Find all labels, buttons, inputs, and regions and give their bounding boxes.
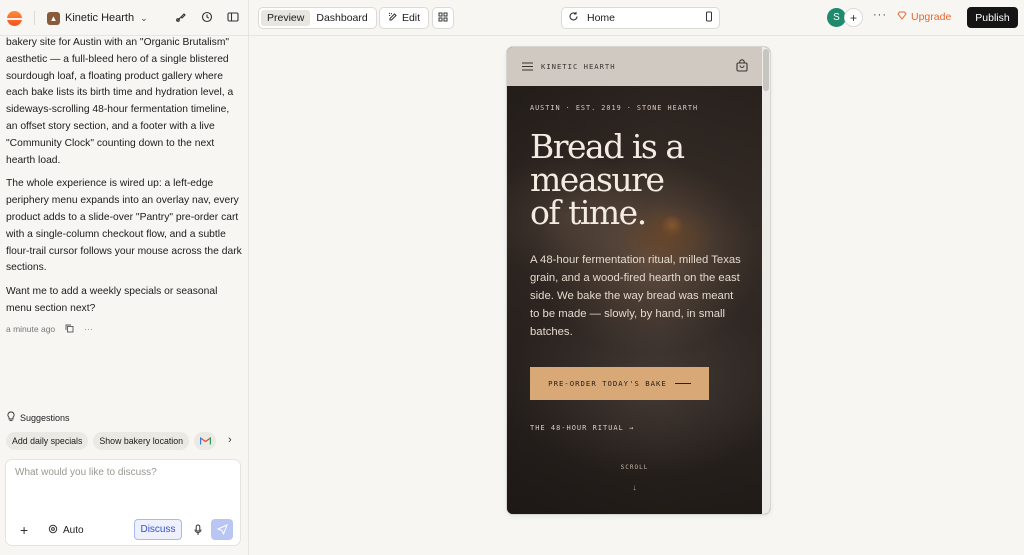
logo-icon[interactable] <box>7 10 22 26</box>
arrow-down-icon[interactable]: ↓ <box>507 483 762 492</box>
suggestions-title: Suggestions <box>20 412 70 423</box>
grid-icon <box>438 9 448 27</box>
menu-icon[interactable] <box>522 58 533 76</box>
preorder-button[interactable]: PRE-ORDER TODAY'S BAKE <box>530 367 709 400</box>
project-header: ▲ Kinetic Hearth ⌄ <box>0 0 249 36</box>
divider <box>34 11 35 25</box>
site-header: KINETIC HEARTH <box>507 47 762 86</box>
tab-dashboard[interactable]: Dashboard <box>310 10 373 26</box>
assistant-message-paragraph: The whole experience is wired up: a left… <box>6 178 242 274</box>
message-timestamp: a minute ago <box>6 324 56 335</box>
sidebar-icon[interactable] <box>226 10 240 24</box>
settings-icon <box>48 524 58 537</box>
tab-preview[interactable]: Preview <box>261 10 311 26</box>
refresh-icon[interactable] <box>568 11 579 25</box>
assistant-message-paragraph: Want me to add a weekly specials or seas… <box>6 286 218 314</box>
message-meta: a minute ago ··· <box>0 324 248 335</box>
suggestion-chip[interactable]: Show bakery location <box>93 432 190 450</box>
edit-icon <box>388 12 398 25</box>
chevron-down-icon[interactable]: ⌄ <box>140 13 148 24</box>
more-icon[interactable]: ··· <box>84 324 93 334</box>
discuss-button[interactable]: Discuss <box>134 519 182 540</box>
site-brand[interactable]: KINETIC HEARTH <box>541 62 616 71</box>
send-icon <box>216 524 228 535</box>
view-toggle: Preview Dashboard <box>258 7 377 29</box>
history-icon[interactable] <box>200 10 214 24</box>
mode-label: Auto <box>63 525 84 536</box>
hero-eyebrow: AUSTIN · EST. 2019 · STONE HEARTH <box>530 104 699 112</box>
mode-selector[interactable]: Auto <box>48 524 84 537</box>
hero-lede: A 48-hour fermentation ritual, milled Te… <box>530 254 741 338</box>
suggestion-chips: Add daily specials Show bakery location <box>6 432 217 450</box>
chevron-right-icon[interactable]: › <box>228 434 232 446</box>
project-actions <box>174 10 240 24</box>
hero-section: AUSTIN · EST. 2019 · STONE HEARTH Bread … <box>507 86 762 514</box>
cart-icon[interactable] <box>736 59 748 77</box>
assistant-message-paragraph: bakery site for Austin with an "Organic … <box>6 37 234 166</box>
ritual-link[interactable]: THE 48-HOUR RITUAL → <box>530 424 634 432</box>
upgrade-icon <box>897 11 907 23</box>
site-preview: KINETIC HEARTH AUSTIN · EST. 2019 · STON… <box>507 47 770 514</box>
scrollbar-thumb[interactable] <box>763 49 769 91</box>
upgrade-label: Upgrade <box>911 11 952 23</box>
message-composer: + Auto Discuss <box>5 459 241 546</box>
invite-button[interactable]: + <box>844 8 863 27</box>
page-url-bar[interactable]: Home <box>561 7 720 29</box>
headline-line: of time. <box>530 193 647 232</box>
chat-panel: bakery site for Austin with an "Organic … <box>0 36 249 555</box>
lightbulb-icon <box>7 411 15 424</box>
hero-headline: Bread is a measure of time. <box>530 130 730 229</box>
top-bar: ▲ Kinetic Hearth ⌄ Preview Dashboard Edi… <box>0 0 1024 36</box>
preorder-label: PRE-ORDER TODAY'S BAKE <box>548 379 667 388</box>
project-name[interactable]: Kinetic Hearth <box>65 12 134 24</box>
upgrade-button[interactable]: Upgrade <box>897 11 951 23</box>
project-icon: ▲ <box>47 11 60 25</box>
copy-icon[interactable] <box>65 324 74 335</box>
more-icon[interactable]: ··· <box>873 9 887 21</box>
page-name: Home <box>587 12 616 24</box>
suggestions-header: Suggestions <box>7 411 70 424</box>
device-icon[interactable] <box>705 11 713 25</box>
plus-icon[interactable]: + <box>20 522 28 538</box>
arrow-line <box>674 383 691 384</box>
edit-button[interactable]: Edit <box>379 7 429 29</box>
publish-button[interactable]: Publish <box>967 7 1018 28</box>
suggestion-chip[interactable]: Add daily specials <box>6 432 89 450</box>
edit-label: Edit <box>401 12 421 24</box>
send-button[interactable] <box>211 519 233 540</box>
preview-scrollbar[interactable] <box>762 47 770 514</box>
message-input[interactable] <box>15 467 230 478</box>
grid-button[interactable] <box>432 7 454 29</box>
paint-icon[interactable] <box>174 10 188 24</box>
mic-icon[interactable] <box>192 523 204 537</box>
gmail-icon[interactable] <box>194 432 217 450</box>
scroll-label: SCROLL <box>620 464 649 471</box>
